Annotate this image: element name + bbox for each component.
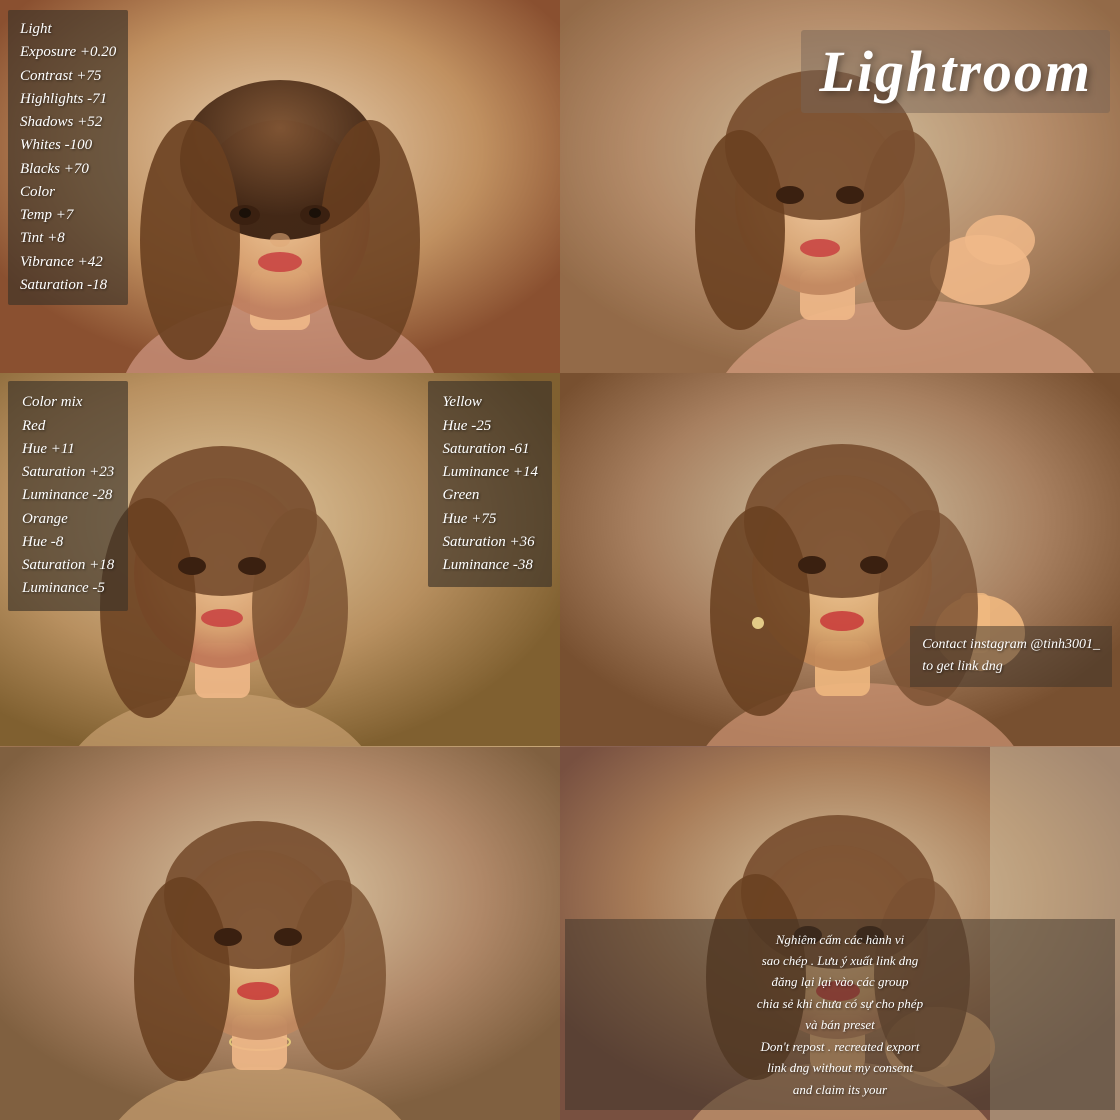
photo-cell-3: Color mix Red Hue +11 Saturation +23 Lum… <box>0 373 560 746</box>
contact-panel: Contact instagram @tinh3001_ to get link… <box>910 626 1112 687</box>
yellow-header: Yellow <box>442 391 538 414</box>
red-hue: Hue +11 <box>22 438 114 461</box>
photo-cell-5 <box>0 747 560 1120</box>
notice-line8: and claim its your <box>579 1079 1101 1100</box>
photo-cell-1: Light Exposure +0.20 Contrast +75 Highli… <box>0 0 560 373</box>
green-luminance: Luminance -38 <box>442 554 538 577</box>
yellow-saturation: Saturation -61 <box>442 438 538 461</box>
notice-line5: và bán preset <box>579 1014 1101 1035</box>
orange-hue: Hue -8 <box>22 531 114 554</box>
notice-line4: chia sẻ khi chưa có sự cho phép <box>579 993 1101 1014</box>
red-header: Red <box>22 415 114 438</box>
photo-cell-2: Lightroom <box>560 0 1120 373</box>
green-header: Green <box>442 484 538 507</box>
main-container: Light Exposure +0.20 Contrast +75 Highli… <box>0 0 1120 1120</box>
orange-luminance: Luminance -5 <box>22 577 114 600</box>
exposure-setting: Exposure +0.20 <box>20 41 116 64</box>
color-header: Color <box>20 181 116 204</box>
red-luminance: Luminance -28 <box>22 484 114 507</box>
photo-cell-4: Contact instagram @tinh3001_ to get link… <box>560 373 1120 746</box>
notice-line6: Don't repost . recreated export <box>579 1036 1101 1057</box>
yellow-hue: Hue -25 <box>442 415 538 438</box>
temp-setting: Temp +7 <box>20 204 116 227</box>
green-saturation: Saturation +36 <box>442 531 538 554</box>
yellow-luminance: Luminance +14 <box>442 461 538 484</box>
orange-header: Orange <box>22 508 114 531</box>
highlights-setting: Highlights -71 <box>20 88 116 111</box>
photo-cell-6: Nghiêm cấm các hành vi sao chép . Lưu ý … <box>560 747 1120 1120</box>
contact-line1: Contact instagram @tinh3001_ <box>922 634 1100 656</box>
notice-line7: link dng without my consent <box>579 1057 1101 1078</box>
yellow-green-panel: Yellow Hue -25 Saturation -61 Luminance … <box>428 381 552 587</box>
red-saturation: Saturation +23 <box>22 461 114 484</box>
light-header: Light <box>20 18 116 41</box>
contact-line2: to get link dng <box>922 656 1100 678</box>
whites-setting: Whites -100 <box>20 134 116 157</box>
tint-setting: Tint +8 <box>20 227 116 250</box>
notice-line3: đăng lại lại vào các group <box>579 971 1101 992</box>
color-mix-header: Color mix <box>22 391 114 414</box>
green-hue: Hue +75 <box>442 508 538 531</box>
color-mix-panel: Color mix Red Hue +11 Saturation +23 Lum… <box>8 381 128 610</box>
notice-line1: Nghiêm cấm các hành vi <box>579 929 1101 950</box>
lightroom-title: Lightroom <box>801 30 1110 113</box>
light-settings-panel: Light Exposure +0.20 Contrast +75 Highli… <box>8 10 128 305</box>
vibrance-setting: Vibrance +42 <box>20 251 116 274</box>
saturation-main-setting: Saturation -18 <box>20 274 116 297</box>
shadows-setting: Shadows +52 <box>20 111 116 134</box>
notice-line2: sao chép . Lưu ý xuất link dng <box>579 950 1101 971</box>
orange-saturation: Saturation +18 <box>22 554 114 577</box>
contrast-setting: Contrast +75 <box>20 65 116 88</box>
blacks-setting: Blacks +70 <box>20 158 116 181</box>
notice-panel: Nghiêm cấm các hành vi sao chép . Lưu ý … <box>565 919 1115 1111</box>
